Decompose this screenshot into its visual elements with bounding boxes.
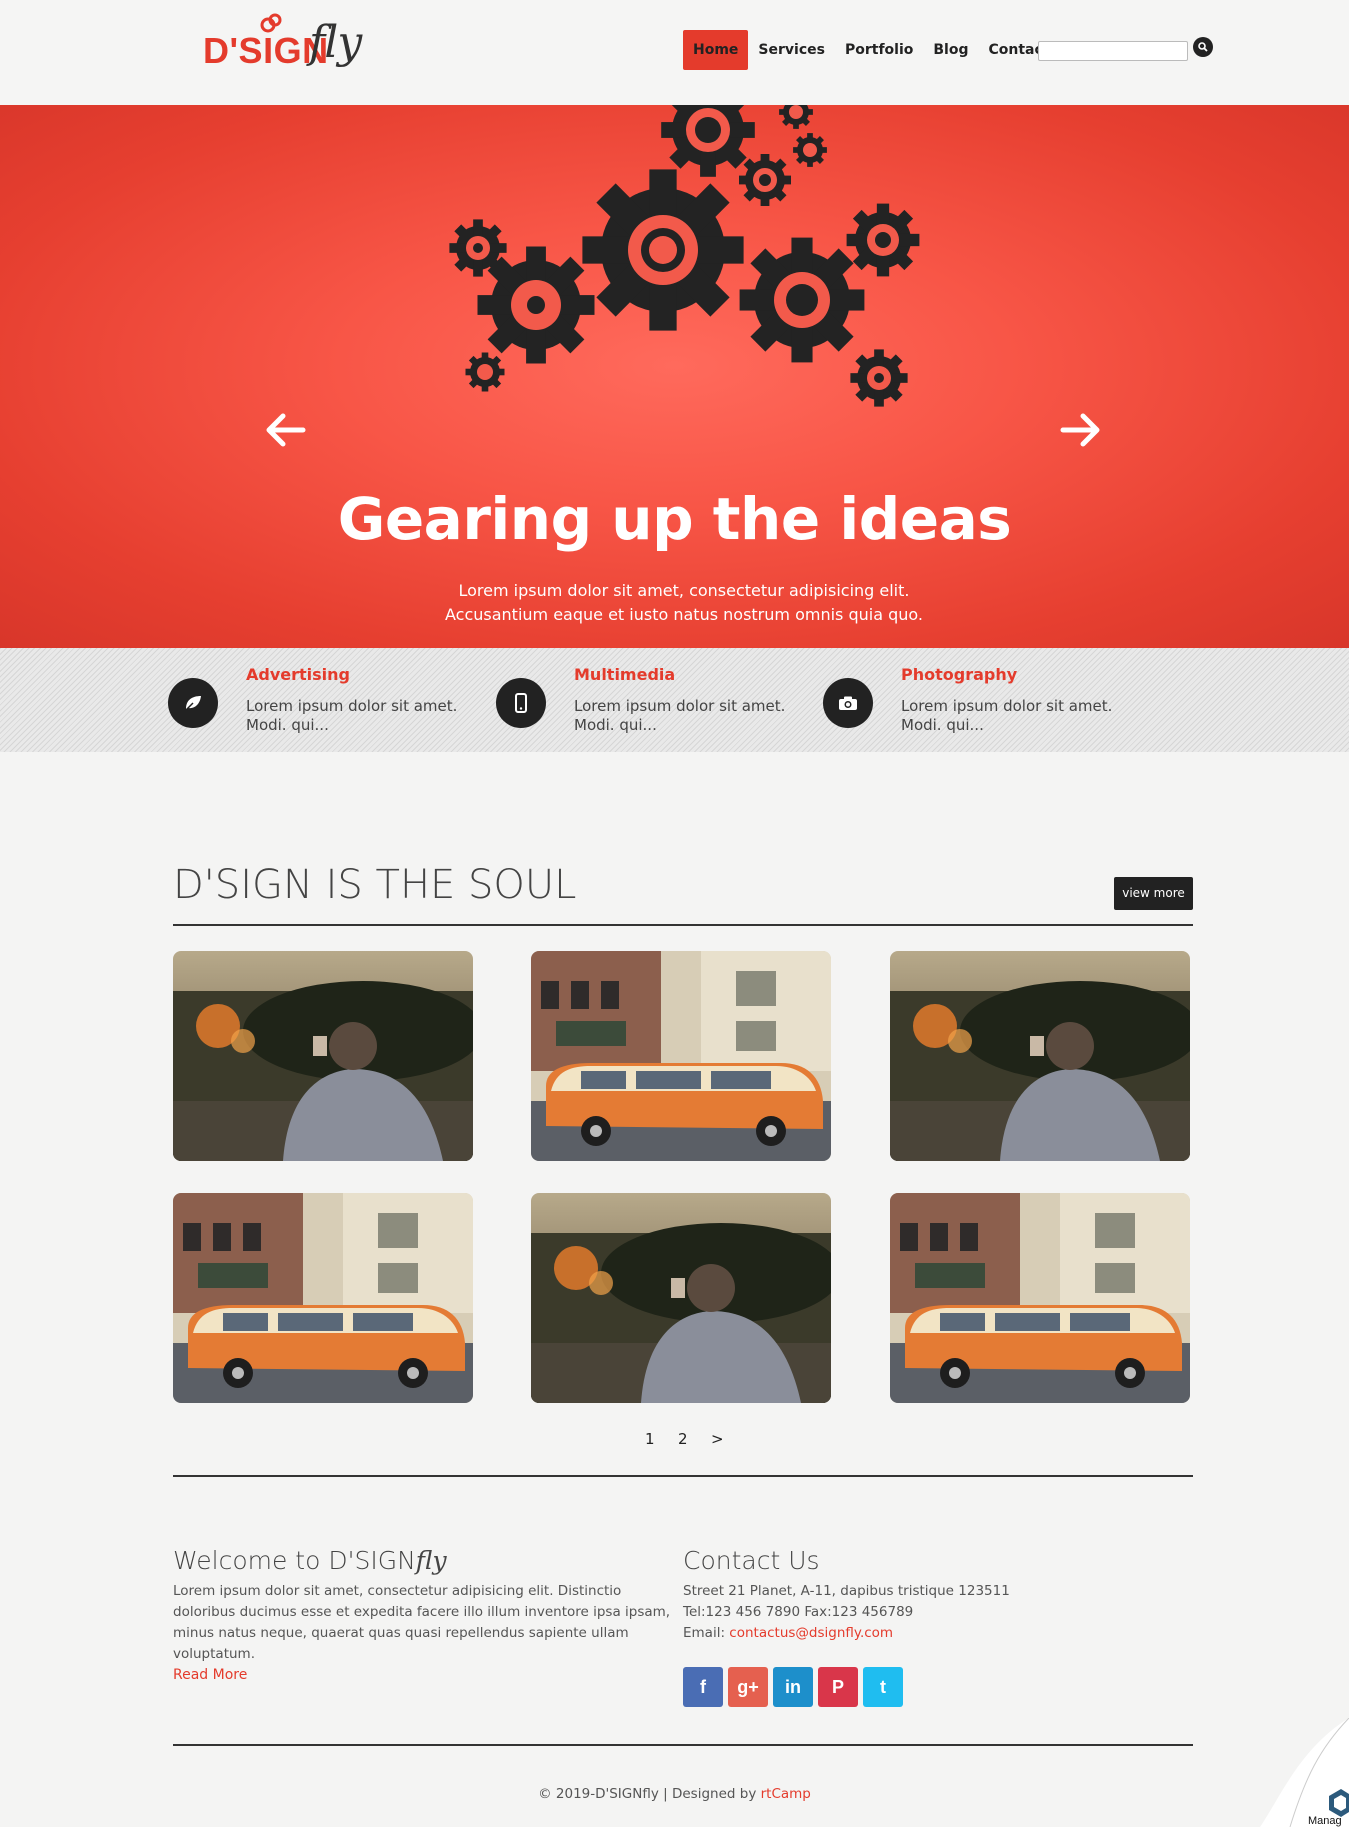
- google-plus-icon[interactable]: g+: [728, 1667, 768, 1707]
- email-link[interactable]: contactus@dsignfly.com: [729, 1625, 893, 1641]
- designer-link[interactable]: rtCamp: [761, 1786, 811, 1802]
- feature-title: Photography: [901, 665, 1018, 684]
- copyright-text: © 2019-D'SIGNfly | Designed by: [538, 1786, 761, 1802]
- nav-blog[interactable]: Blog: [923, 30, 978, 70]
- logo-script-text: fly: [309, 17, 362, 68]
- features-strip: Advertising Lorem ipsum dolor sit amet. …: [0, 648, 1349, 752]
- slider-next-arrow-icon[interactable]: [1057, 410, 1103, 450]
- portfolio-thumbnail-photographer[interactable]: [890, 951, 1190, 1161]
- site-logo[interactable]: D'SIGN fly: [203, 13, 393, 86]
- feature-text: Lorem ipsum dolor sit amet. Modi. qui...: [246, 697, 458, 734]
- search-button[interactable]: [1193, 37, 1213, 57]
- welcome-text: Lorem ipsum dolor sit amet, consectetur …: [173, 1583, 671, 1662]
- view-more-button[interactable]: view more: [1114, 877, 1193, 910]
- contact-title: Contact Us: [683, 1546, 820, 1575]
- contact-phone: Tel:123 456 7890 Fax:123 456789: [683, 1604, 914, 1620]
- portfolio-thumbnail-photographer[interactable]: [173, 951, 473, 1161]
- feature-photography: Photography Lorem ipsum dolor sit amet. …: [823, 648, 1133, 752]
- portfolio-title: D'SIGN IS THE SOUL: [173, 862, 577, 908]
- site-header: D'SIGN fly Home Services Portfolio Blog …: [0, 0, 1349, 105]
- page-curl-badge[interactable]: Manag: [1260, 1718, 1349, 1827]
- portfolio-thumbnail-van[interactable]: [173, 1193, 473, 1403]
- main-nav: Home Services Portfolio Blog Contact: [683, 30, 1059, 70]
- read-more-link[interactable]: Read More: [173, 1667, 247, 1683]
- page-1-link[interactable]: 1: [645, 1430, 655, 1448]
- search-input[interactable]: [1038, 41, 1188, 61]
- contact-address: Street 21 Planet, A-11, dapibus tristiqu…: [683, 1583, 1010, 1599]
- email-label: Email:: [683, 1625, 730, 1641]
- portfolio-thumbnail-van[interactable]: [890, 1193, 1190, 1403]
- feature-title: Advertising: [246, 665, 350, 684]
- nav-home[interactable]: Home: [683, 30, 749, 70]
- facebook-icon[interactable]: f: [683, 1667, 723, 1707]
- nav-services[interactable]: Services: [748, 30, 835, 70]
- mobile-icon: [496, 678, 546, 728]
- feature-title: Multimedia: [574, 665, 676, 684]
- next-page-link[interactable]: >: [711, 1430, 724, 1448]
- hero-text: Lorem ipsum dolor sit amet, consectetur …: [445, 581, 923, 624]
- twitter-icon[interactable]: t: [863, 1667, 903, 1707]
- copyright: © 2019-D'SIGNfly | Designed by rtCamp: [0, 1786, 1349, 1802]
- welcome-title: Welcome to D'SIGNfly: [173, 1546, 447, 1575]
- divider: [173, 924, 1193, 926]
- divider: [173, 1744, 1193, 1746]
- gears-illustration: [449, 105, 920, 407]
- divider: [173, 1475, 1193, 1477]
- slider-prev-arrow-icon[interactable]: [263, 410, 309, 450]
- welcome-title-prefix: Welcome to D'SIGN: [173, 1546, 416, 1575]
- feature-advertising: Advertising Lorem ipsum dolor sit amet. …: [168, 648, 478, 752]
- camera-icon: [823, 678, 873, 728]
- search-icon: [1198, 42, 1208, 52]
- hero-slider: Gearing up the ideas Lorem ipsum dolor s…: [0, 105, 1349, 648]
- portfolio-thumbnail-van[interactable]: [531, 951, 831, 1161]
- nav-portfolio[interactable]: Portfolio: [835, 30, 923, 70]
- feature-text: Lorem ipsum dolor sit amet. Modi. qui...: [901, 697, 1113, 734]
- badge-label: Manag: [1308, 1815, 1342, 1827]
- hero-title: Gearing up the ideas: [337, 485, 1012, 553]
- feature-multimedia: Multimedia Lorem ipsum dolor sit amet. M…: [496, 648, 806, 752]
- pinterest-icon[interactable]: P: [818, 1667, 858, 1707]
- linkedin-icon[interactable]: in: [773, 1667, 813, 1707]
- feature-text: Lorem ipsum dolor sit amet. Modi. qui...: [574, 697, 786, 734]
- page-2-link[interactable]: 2: [678, 1430, 688, 1448]
- leaf-icon: [168, 678, 218, 728]
- welcome-title-script: fly: [415, 1546, 447, 1575]
- contact-email-line: Email: contactus@dsignfly.com: [683, 1625, 893, 1641]
- portfolio-thumbnail-photographer[interactable]: [531, 1193, 831, 1403]
